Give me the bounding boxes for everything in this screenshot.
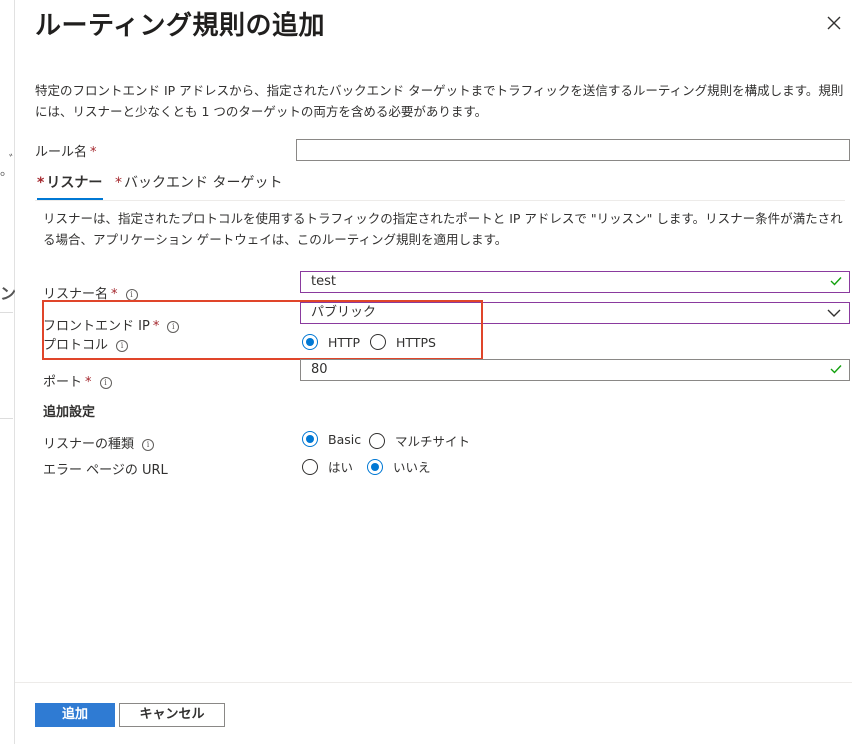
- listener-name-input[interactable]: test: [300, 271, 850, 293]
- radio-selected-icon: [302, 431, 318, 447]
- info-icon[interactable]: i: [116, 339, 129, 352]
- radio-selected-icon: [302, 334, 318, 350]
- background-text-fragment: ン: [0, 284, 17, 303]
- add-button[interactable]: 追加: [35, 703, 115, 727]
- footer-divider: [15, 682, 852, 683]
- tab-divider: [35, 200, 845, 201]
- info-icon[interactable]: i: [125, 288, 138, 301]
- port-label: ポート * i: [43, 371, 112, 390]
- radio-selected-icon: [367, 458, 383, 475]
- tab-active-indicator: [37, 198, 103, 200]
- rule-name-label: ルール名 *: [35, 145, 97, 160]
- frontend-ip-label: フロントエンド IP * i: [43, 315, 180, 334]
- info-icon[interactable]: i: [99, 376, 112, 389]
- page-title: ルーティング規則の追加: [35, 11, 325, 41]
- radio-unselected-icon: [370, 334, 386, 350]
- check-icon: [830, 277, 842, 286]
- chevron-down-icon: [827, 309, 841, 317]
- radio-label: マルチサイト: [395, 434, 471, 449]
- close-icon: [827, 16, 841, 30]
- additional-settings-heading: 追加設定: [43, 405, 96, 420]
- listener-type-radio-multisite[interactable]: マルチサイト: [369, 431, 470, 450]
- port-input[interactable]: 80: [300, 359, 850, 381]
- radio-label: HTTPS: [396, 334, 436, 350]
- frontend-ip-select[interactable]: パブリック: [300, 302, 850, 324]
- listener-type-radio-basic[interactable]: Basic: [302, 431, 361, 447]
- protocol-radio-http[interactable]: HTTP: [302, 334, 360, 350]
- radio-unselected-icon: [302, 458, 318, 475]
- info-icon[interactable]: i: [142, 438, 155, 451]
- add-routing-rule-panel: ルーティング規則の追加 特定のフロントエンド IP アドレスから、指定されたバッ…: [15, 0, 852, 744]
- rule-name-input[interactable]: [296, 139, 850, 161]
- radio-label: はい: [328, 460, 354, 475]
- port-value: 80: [311, 362, 328, 377]
- protocol-label: プロトコル i: [43, 334, 129, 353]
- radio-label: HTTP: [328, 334, 360, 350]
- tab-backend-targets[interactable]: * バックエンド ターゲット: [115, 172, 282, 192]
- close-button[interactable]: [823, 12, 845, 34]
- frontend-ip-value: パブリック: [311, 305, 377, 320]
- check-icon: [830, 365, 842, 374]
- panel-description: 特定のフロントエンド IP アドレスから、指定されたバックエンド ターゲットまで…: [35, 83, 844, 119]
- error-page-label: エラー ページの URL: [43, 463, 168, 478]
- listener-name-label: リスナー名 * i: [43, 283, 138, 302]
- info-icon[interactable]: i: [167, 320, 180, 333]
- listener-description: リスナーは、指定されたプロトコルを使用するトラフィックの指定されたポートと IP…: [43, 211, 843, 247]
- cancel-button[interactable]: キャンセル: [119, 703, 225, 727]
- radio-unselected-icon: [369, 432, 385, 449]
- tab-listener[interactable]: * リスナー: [37, 172, 102, 192]
- background-card: [0, 312, 13, 419]
- error-page-radio-yes[interactable]: はい: [302, 457, 353, 476]
- radio-label: Basic: [328, 431, 362, 447]
- protocol-radio-https[interactable]: HTTPS: [370, 334, 436, 350]
- radio-label: いいえ: [393, 460, 431, 475]
- error-page-radio-no[interactable]: いいえ: [367, 457, 431, 476]
- listener-name-value: test: [311, 274, 336, 289]
- listener-type-label: リスナーの種類 i: [43, 433, 155, 452]
